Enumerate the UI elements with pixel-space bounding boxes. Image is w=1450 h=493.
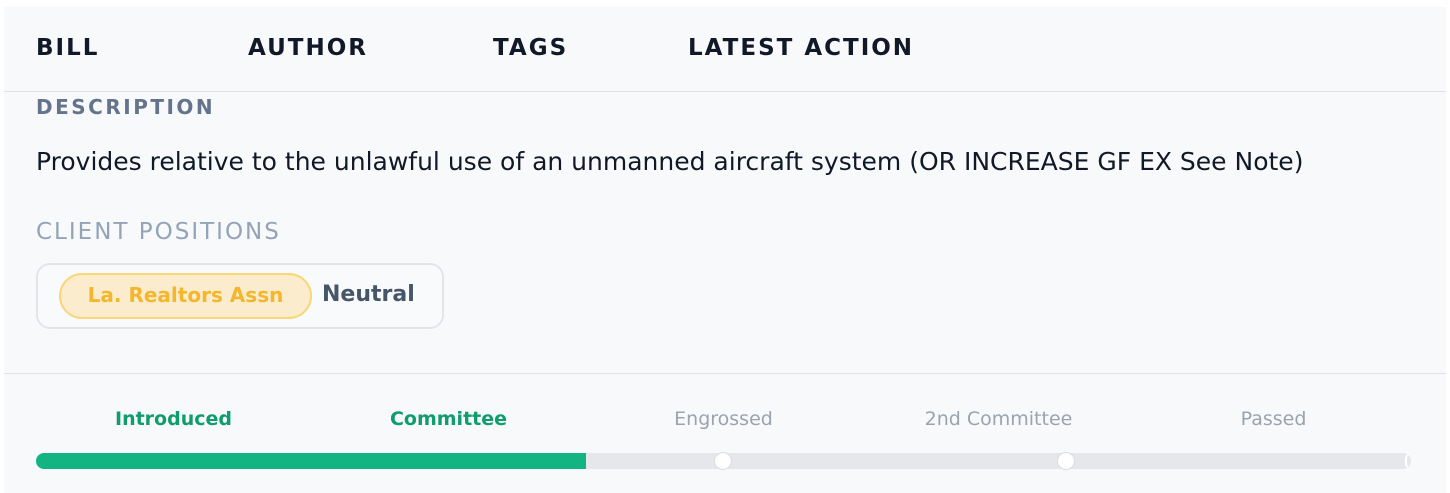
bill-card: BILL AUTHOR TAGS LATEST ACTION DESCRIPTI… [4, 7, 1446, 493]
stage-marker-passed [1405, 453, 1411, 469]
stage-marker-engrossed [714, 452, 732, 470]
table-header: BILL AUTHOR TAGS LATEST ACTION [4, 7, 1446, 92]
client-position-item: La. Realtors Assn Neutral [36, 263, 444, 329]
bill-description: Provides relative to the unlawful use of… [36, 147, 1304, 176]
stage-introduced: Introduced [115, 408, 232, 430]
client-positions-label: CLIENT POSITIONS [36, 219, 281, 245]
section-divider [4, 373, 1446, 374]
client-badge[interactable]: La. Realtors Assn [59, 273, 312, 319]
stage-marker-2nd-committee [1057, 452, 1075, 470]
stage-2nd-committee: 2nd Committee [924, 408, 1073, 430]
client-position-value: Neutral [322, 282, 415, 307]
column-header-bill[interactable]: BILL [36, 35, 99, 61]
column-header-author[interactable]: AUTHOR [248, 35, 368, 61]
progress-fill [36, 453, 586, 469]
description-label: DESCRIPTION [36, 95, 216, 119]
stage-committee: Committee [389, 408, 508, 430]
progress-track [36, 452, 1411, 470]
column-header-tags[interactable]: TAGS [493, 35, 568, 61]
column-header-latest-action[interactable]: LATEST ACTION [688, 35, 914, 61]
stage-engrossed: Engrossed [674, 408, 773, 430]
stage-passed: Passed [1240, 408, 1307, 430]
